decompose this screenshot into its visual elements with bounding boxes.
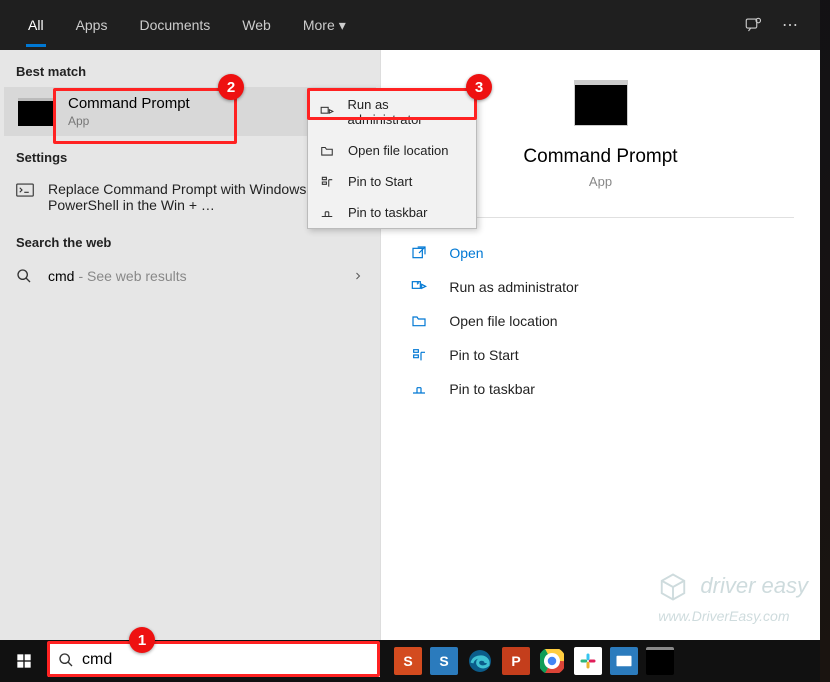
tb-app-snagit-editor[interactable]: S — [394, 647, 422, 675]
folder-icon — [411, 313, 433, 329]
start-button[interactable] — [0, 640, 48, 682]
folder-icon — [320, 144, 338, 158]
context-menu: Run as administrator Open file location … — [307, 88, 477, 229]
shield-admin-icon — [320, 105, 337, 119]
command-prompt-icon — [18, 98, 54, 126]
search-icon — [16, 268, 36, 284]
action-run-admin-label: Run as administrator — [449, 279, 578, 295]
taskbar: S S P — [0, 640, 820, 682]
pin-start-icon — [411, 347, 433, 363]
action-open-label: Open — [449, 245, 483, 261]
ctx-pin-taskbar-label: Pin to taskbar — [348, 205, 428, 220]
tab-web[interactable]: Web — [226, 3, 287, 47]
action-pin-taskbar[interactable]: Pin to taskbar — [407, 372, 793, 406]
best-match-title: Command Prompt — [68, 95, 190, 112]
tb-app-slack[interactable] — [574, 647, 602, 675]
taskbar-pinned-apps: S S P — [394, 647, 674, 675]
tab-documents[interactable]: Documents — [123, 3, 226, 47]
chevron-right-icon — [352, 270, 364, 282]
ctx-pin-start[interactable]: Pin to Start — [308, 166, 476, 197]
pin-taskbar-icon — [411, 381, 433, 397]
best-match-subtitle: App — [68, 114, 190, 128]
action-pin-start[interactable]: Pin to Start — [407, 338, 793, 372]
ctx-pin-start-label: Pin to Start — [348, 174, 412, 189]
ellipsis-icon[interactable]: ⋯ — [772, 7, 808, 43]
action-open-location-label: Open file location — [449, 313, 557, 329]
search-icon — [58, 652, 74, 668]
action-run-admin[interactable]: Run as administrator — [407, 270, 793, 304]
preview-subtitle: App — [589, 174, 612, 189]
tab-more[interactable]: More▾ — [287, 3, 362, 48]
shield-admin-icon — [411, 279, 433, 295]
tb-app-edge[interactable] — [466, 647, 494, 675]
ctx-open-location[interactable]: Open file location — [308, 135, 476, 166]
ctx-open-location-label: Open file location — [348, 143, 448, 158]
search-input[interactable] — [82, 651, 370, 669]
tb-app-generic-blue[interactable] — [610, 647, 638, 675]
preview-app-icon — [574, 80, 628, 126]
web-result-cmd[interactable]: cmd - See web results — [0, 258, 380, 294]
tb-app-chrome[interactable] — [538, 647, 566, 675]
action-pin-start-label: Pin to Start — [449, 347, 518, 363]
pin-start-icon — [320, 175, 338, 189]
action-open-location[interactable]: Open file location — [407, 304, 793, 338]
tab-apps[interactable]: Apps — [60, 3, 124, 47]
preview-title: Command Prompt — [523, 146, 677, 168]
tb-app-command-prompt[interactable] — [646, 647, 674, 675]
pin-taskbar-icon — [320, 206, 338, 220]
terminal-icon — [16, 183, 36, 197]
open-icon — [411, 245, 433, 261]
web-hint: - See web results — [78, 268, 186, 284]
search-tab-bar: All Apps Documents Web More▾ ⋯ — [0, 0, 820, 50]
tb-app-snagit[interactable]: S — [430, 647, 458, 675]
taskbar-search-box[interactable] — [48, 643, 380, 677]
web-query: cmd — [48, 268, 74, 284]
tab-all[interactable]: All — [12, 3, 60, 47]
ctx-run-admin[interactable]: Run as administrator — [308, 89, 476, 135]
ctx-run-admin-label: Run as administrator — [347, 97, 464, 127]
tb-app-powerpoint[interactable]: P — [502, 647, 530, 675]
action-pin-taskbar-label: Pin to taskbar — [449, 381, 535, 397]
action-open[interactable]: Open — [407, 236, 793, 270]
best-match-header: Best match — [0, 50, 380, 87]
ctx-pin-taskbar[interactable]: Pin to taskbar — [308, 197, 476, 228]
feedback-icon[interactable] — [734, 8, 772, 42]
